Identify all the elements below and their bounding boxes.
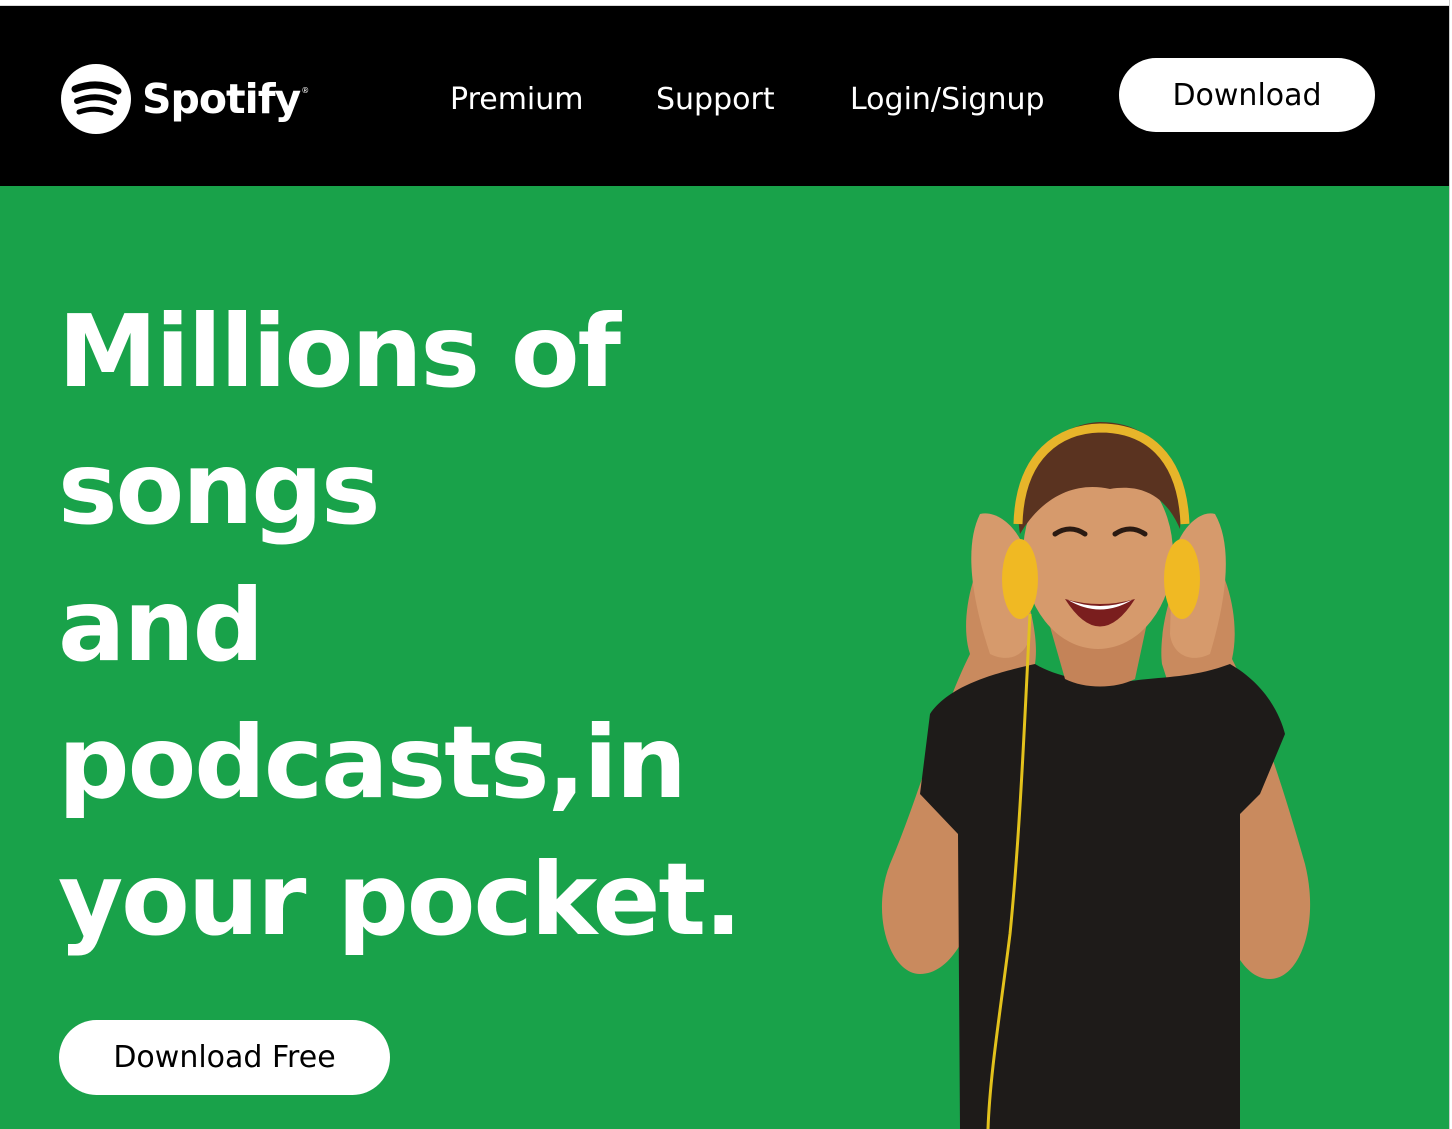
nav-link-premium[interactable]: Premium <box>450 80 584 120</box>
brand-logo[interactable]: Spotify ® <box>60 63 309 135</box>
registered-mark: ® <box>301 85 310 95</box>
brand-name: Spotify <box>142 74 301 123</box>
spotify-logo-icon <box>61 64 131 134</box>
nav-link-login-signup[interactable]: Login/Signup <box>850 80 1045 120</box>
nav-link-support[interactable]: Support <box>656 80 775 120</box>
download-button[interactable]: Download <box>1119 58 1375 132</box>
download-free-button[interactable]: Download Free <box>59 1020 390 1095</box>
page: Spotify ® Premium Support Login/Signup D… <box>0 0 1452 1129</box>
hero-section: Millions of songs and podcasts,in your p… <box>0 186 1449 1129</box>
navbar: Spotify ® Premium Support Login/Signup D… <box>0 6 1449 186</box>
hero-headline: Millions of songs and podcasts,in your p… <box>58 293 742 958</box>
hero-image <box>881 422 1311 1129</box>
